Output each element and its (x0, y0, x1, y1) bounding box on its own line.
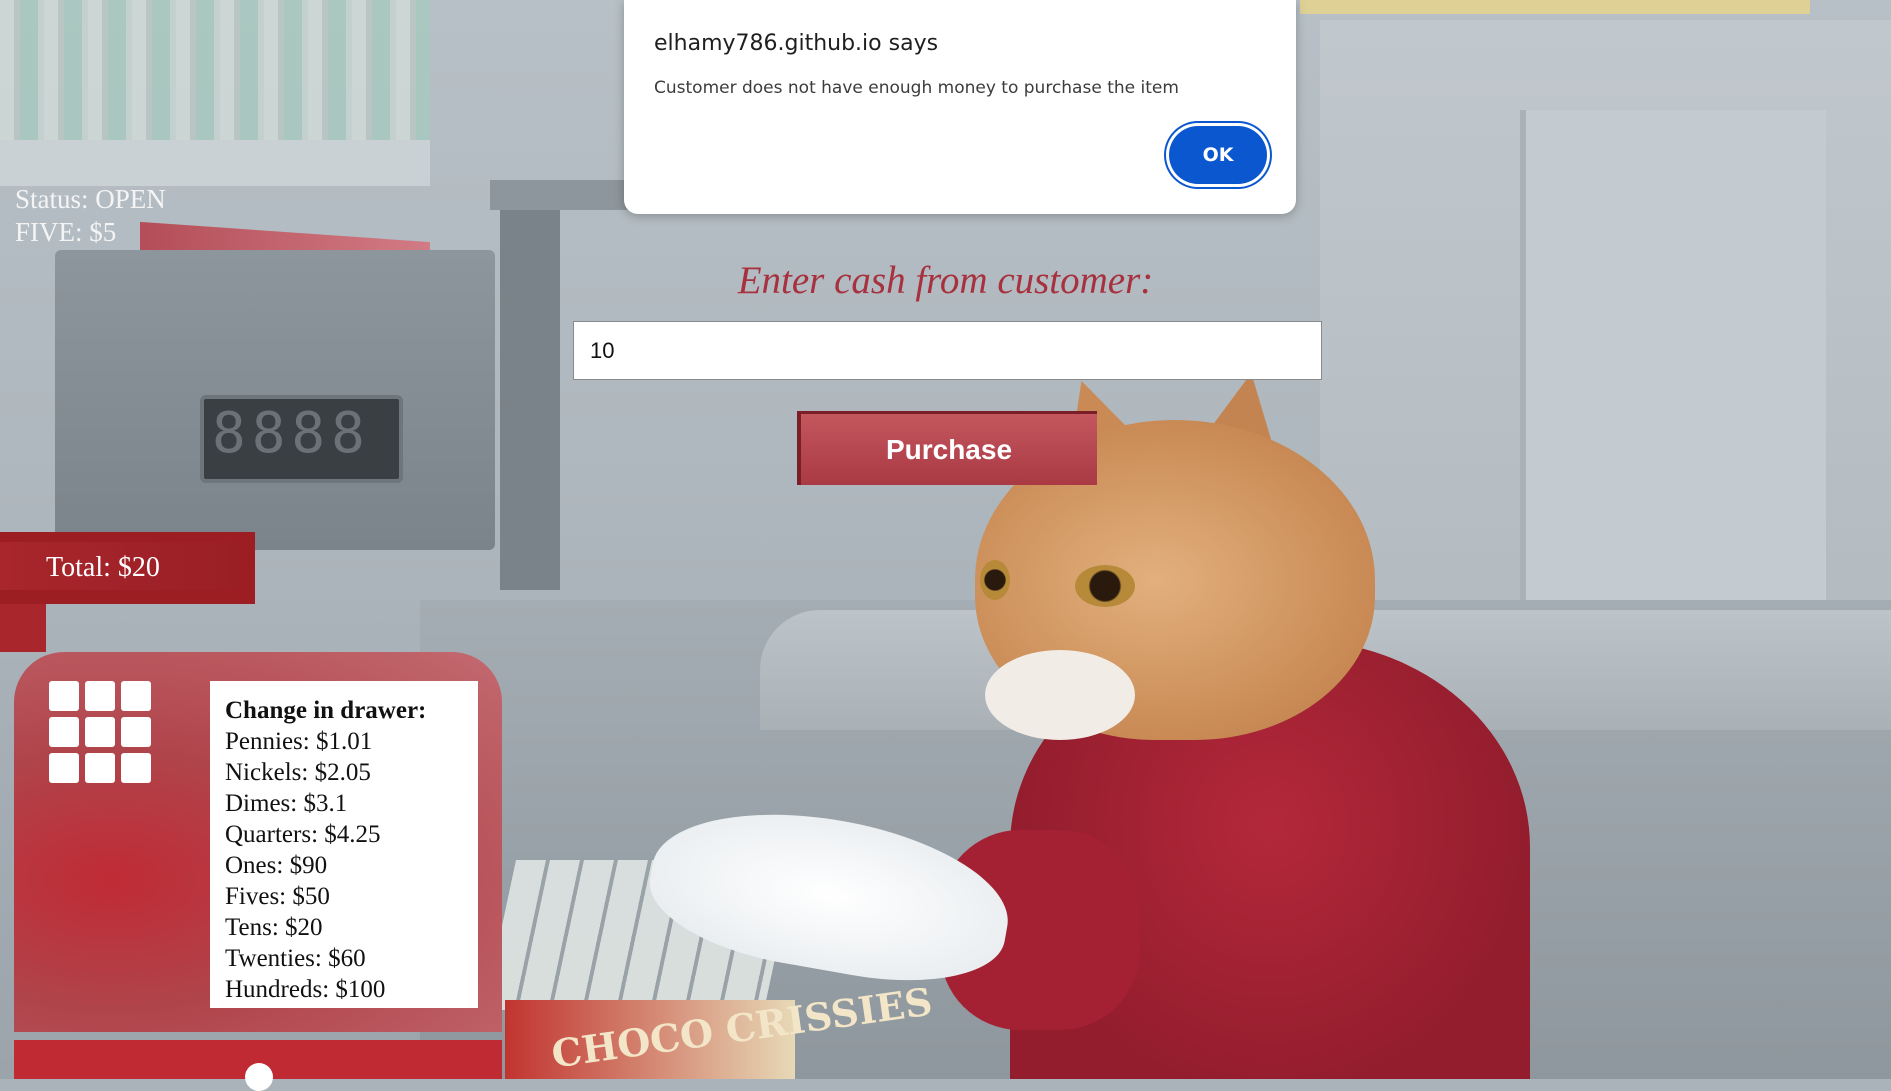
total-panel: Total: $20 (0, 532, 255, 604)
ok-button[interactable]: OK (1169, 126, 1267, 184)
alert-dialog: elhamy786.github.io says Customer does n… (624, 0, 1296, 214)
status-text: Status: OPEN (15, 184, 166, 214)
change-in-drawer: Change in drawer: Pennies: $1.01 Nickels… (210, 681, 478, 1008)
drawer-item: Dimes: $3.1 (225, 790, 348, 817)
purchase-button[interactable]: Purchase (797, 411, 1097, 485)
alert-message: Customer does not have enough money to p… (654, 78, 1179, 98)
cash-input[interactable] (573, 321, 1322, 380)
alert-title: elhamy786.github.io says (654, 31, 939, 56)
drawer-knob (245, 1063, 273, 1091)
grid-icon (49, 681, 151, 783)
change-due-text: FIVE: $5 (15, 217, 117, 247)
drawer-item: Nickels: $2.05 (225, 759, 371, 786)
cash-label: Enter cash from customer: (737, 259, 1154, 302)
shelf (0, 0, 430, 150)
drawer-item: Fives: $50 (225, 883, 330, 910)
drawer-item: Quarters: $4.25 (225, 821, 381, 848)
drawer-item: Tens: $20 (225, 914, 323, 941)
total-text: Total: $20 (46, 552, 160, 583)
drawer-item: Pennies: $1.01 (225, 728, 373, 755)
drawer-item: Hundreds: $100 (225, 976, 386, 1003)
register-digits: 8888 (212, 401, 371, 466)
status-panel: Status: OPEN FIVE: $5 (15, 183, 166, 249)
drawer-item: Twenties: $60 (225, 945, 366, 972)
drawer-item: Ones: $90 (225, 852, 328, 879)
change-title: Change in drawer: (225, 697, 427, 724)
